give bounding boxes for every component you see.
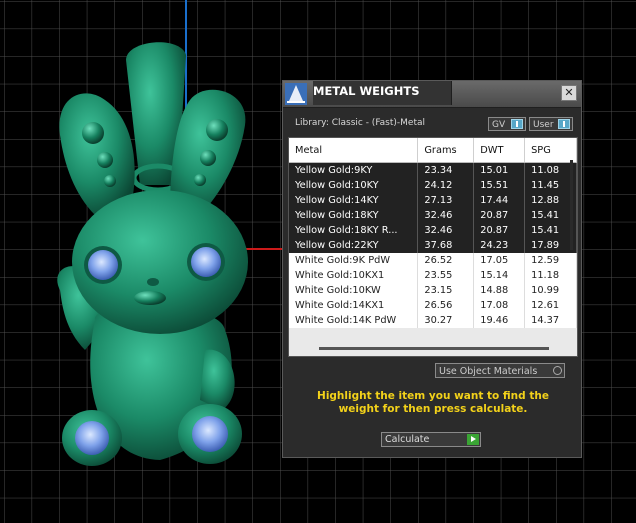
metals-table: Metal Grams DWT SPG Yellow Gold:9KY 23.34… [289, 138, 577, 328]
cell-grams: 26.52 [417, 253, 475, 268]
vertical-scrollbar[interactable] [570, 160, 573, 250]
table-row[interactable]: White Gold:14K PdW 30.27 19.46 14.37 [289, 313, 577, 328]
cell-spg: 12.61 [524, 298, 577, 313]
cell-metal: White Gold:10KW [289, 283, 419, 298]
use-object-materials-option[interactable]: Use Object Materials [435, 363, 565, 378]
horizontal-scrollbar[interactable] [319, 347, 549, 350]
cell-spg: 15.41 [524, 208, 577, 223]
table-row[interactable]: Yellow Gold:18KY R... 32.46 20.87 15.41 [289, 223, 577, 238]
cell-metal: White Gold:14K PdW [289, 313, 419, 328]
cell-grams: 30.27 [417, 313, 475, 328]
cell-spg: 11.45 [524, 178, 577, 193]
table-row[interactable]: Yellow Gold:18KY 32.46 20.87 15.41 [289, 208, 577, 223]
table-row[interactable]: White Gold:9K PdW 26.52 17.05 12.59 [289, 253, 577, 268]
cell-grams: 23.15 [417, 283, 475, 298]
cell-metal: Yellow Gold:10KY [289, 178, 419, 193]
metals-table-container[interactable]: Metal Grams DWT SPG Yellow Gold:9KY 23.34… [288, 137, 578, 357]
cell-spg: 17.89 [524, 238, 577, 253]
cell-grams: 27.13 [417, 193, 475, 208]
table-header-row: Metal Grams DWT SPG [289, 138, 577, 163]
toggle-switch-icon [558, 119, 570, 129]
cell-metal: Yellow Gold:22KY [289, 238, 419, 253]
user-toggle-label: User [533, 120, 554, 130]
cell-dwt: 20.87 [473, 208, 526, 223]
cell-dwt: 15.14 [473, 268, 526, 283]
calculate-button[interactable]: Calculate [381, 432, 481, 447]
cell-spg: 12.59 [524, 253, 577, 268]
table-row[interactable]: Yellow Gold:22KY 37.68 24.23 17.89 [289, 238, 577, 253]
column-header-metal[interactable]: Metal [289, 138, 419, 163]
cell-dwt: 15.51 [473, 178, 526, 193]
gv-toggle-label: GV [492, 120, 506, 130]
library-label: Library: Classic - (Fast)-Metal [295, 118, 426, 128]
window-title: METAL WEIGHTS [313, 84, 420, 98]
instruction-text: Highlight the item you want to find the … [317, 390, 549, 415]
cell-spg: 11.18 [524, 268, 577, 283]
cell-spg: 11.08 [524, 162, 577, 178]
window-title-box: METAL WEIGHTS [313, 81, 452, 105]
cell-spg: 15.41 [524, 223, 577, 238]
cell-metal: Yellow Gold:9KY [289, 162, 419, 178]
cell-metal: White Gold:10KX1 [289, 268, 419, 283]
cell-metal: White Gold:9K PdW [289, 253, 419, 268]
close-button[interactable]: ✕ [561, 85, 577, 101]
gv-toggle[interactable]: GV [488, 117, 526, 131]
cell-dwt: 19.46 [473, 313, 526, 328]
cell-metal: White Gold:14KX1 [289, 298, 419, 313]
cell-dwt: 20.87 [473, 223, 526, 238]
cell-grams: 26.56 [417, 298, 475, 313]
use-object-materials-label: Use Object Materials [439, 366, 538, 377]
cell-dwt: 24.23 [473, 238, 526, 253]
cell-dwt: 14.88 [473, 283, 526, 298]
table-row[interactable]: White Gold:10KW 23.15 14.88 10.99 [289, 283, 577, 298]
cell-grams: 32.46 [417, 223, 475, 238]
table-row[interactable]: Yellow Gold:14KY 27.13 17.44 12.88 [289, 193, 577, 208]
play-arrow-icon [467, 434, 479, 445]
cell-grams: 37.68 [417, 238, 475, 253]
cell-spg: 12.88 [524, 193, 577, 208]
table-row[interactable]: Yellow Gold:10KY 24.12 15.51 11.45 [289, 178, 577, 193]
table-row[interactable]: Yellow Gold:9KY 23.34 15.01 11.08 [289, 162, 577, 178]
calculate-label: Calculate [385, 434, 430, 445]
cell-dwt: 17.08 [473, 298, 526, 313]
cell-grams: 32.46 [417, 208, 475, 223]
column-header-dwt[interactable]: DWT [473, 138, 526, 163]
column-header-spg[interactable]: SPG [524, 138, 577, 163]
table-row[interactable]: White Gold:14KX1 26.56 17.08 12.61 [289, 298, 577, 313]
radio-icon [553, 366, 562, 375]
cell-dwt: 17.44 [473, 193, 526, 208]
cell-grams: 23.55 [417, 268, 475, 283]
cell-metal: Yellow Gold:18KY R... [289, 223, 419, 238]
column-header-grams[interactable]: Grams [417, 138, 475, 163]
cell-dwt: 15.01 [473, 162, 526, 178]
cell-spg: 10.99 [524, 283, 577, 298]
table-row[interactable]: White Gold:10KX1 23.55 15.14 11.18 [289, 268, 577, 283]
user-toggle[interactable]: User [529, 117, 573, 131]
cell-grams: 24.12 [417, 178, 475, 193]
cell-dwt: 17.05 [473, 253, 526, 268]
close-icon: ✕ [564, 86, 574, 99]
wizard-hat-logo-icon [285, 83, 307, 105]
cell-spg: 14.37 [524, 313, 577, 328]
cell-grams: 23.34 [417, 162, 475, 178]
toggle-switch-icon [511, 119, 523, 129]
metal-weights-panel: METAL WEIGHTS ✕ Library: Classic - (Fast… [282, 80, 582, 458]
cell-metal: Yellow Gold:18KY [289, 208, 419, 223]
title-bar[interactable]: METAL WEIGHTS ✕ [283, 81, 581, 108]
cell-metal: Yellow Gold:14KY [289, 193, 419, 208]
